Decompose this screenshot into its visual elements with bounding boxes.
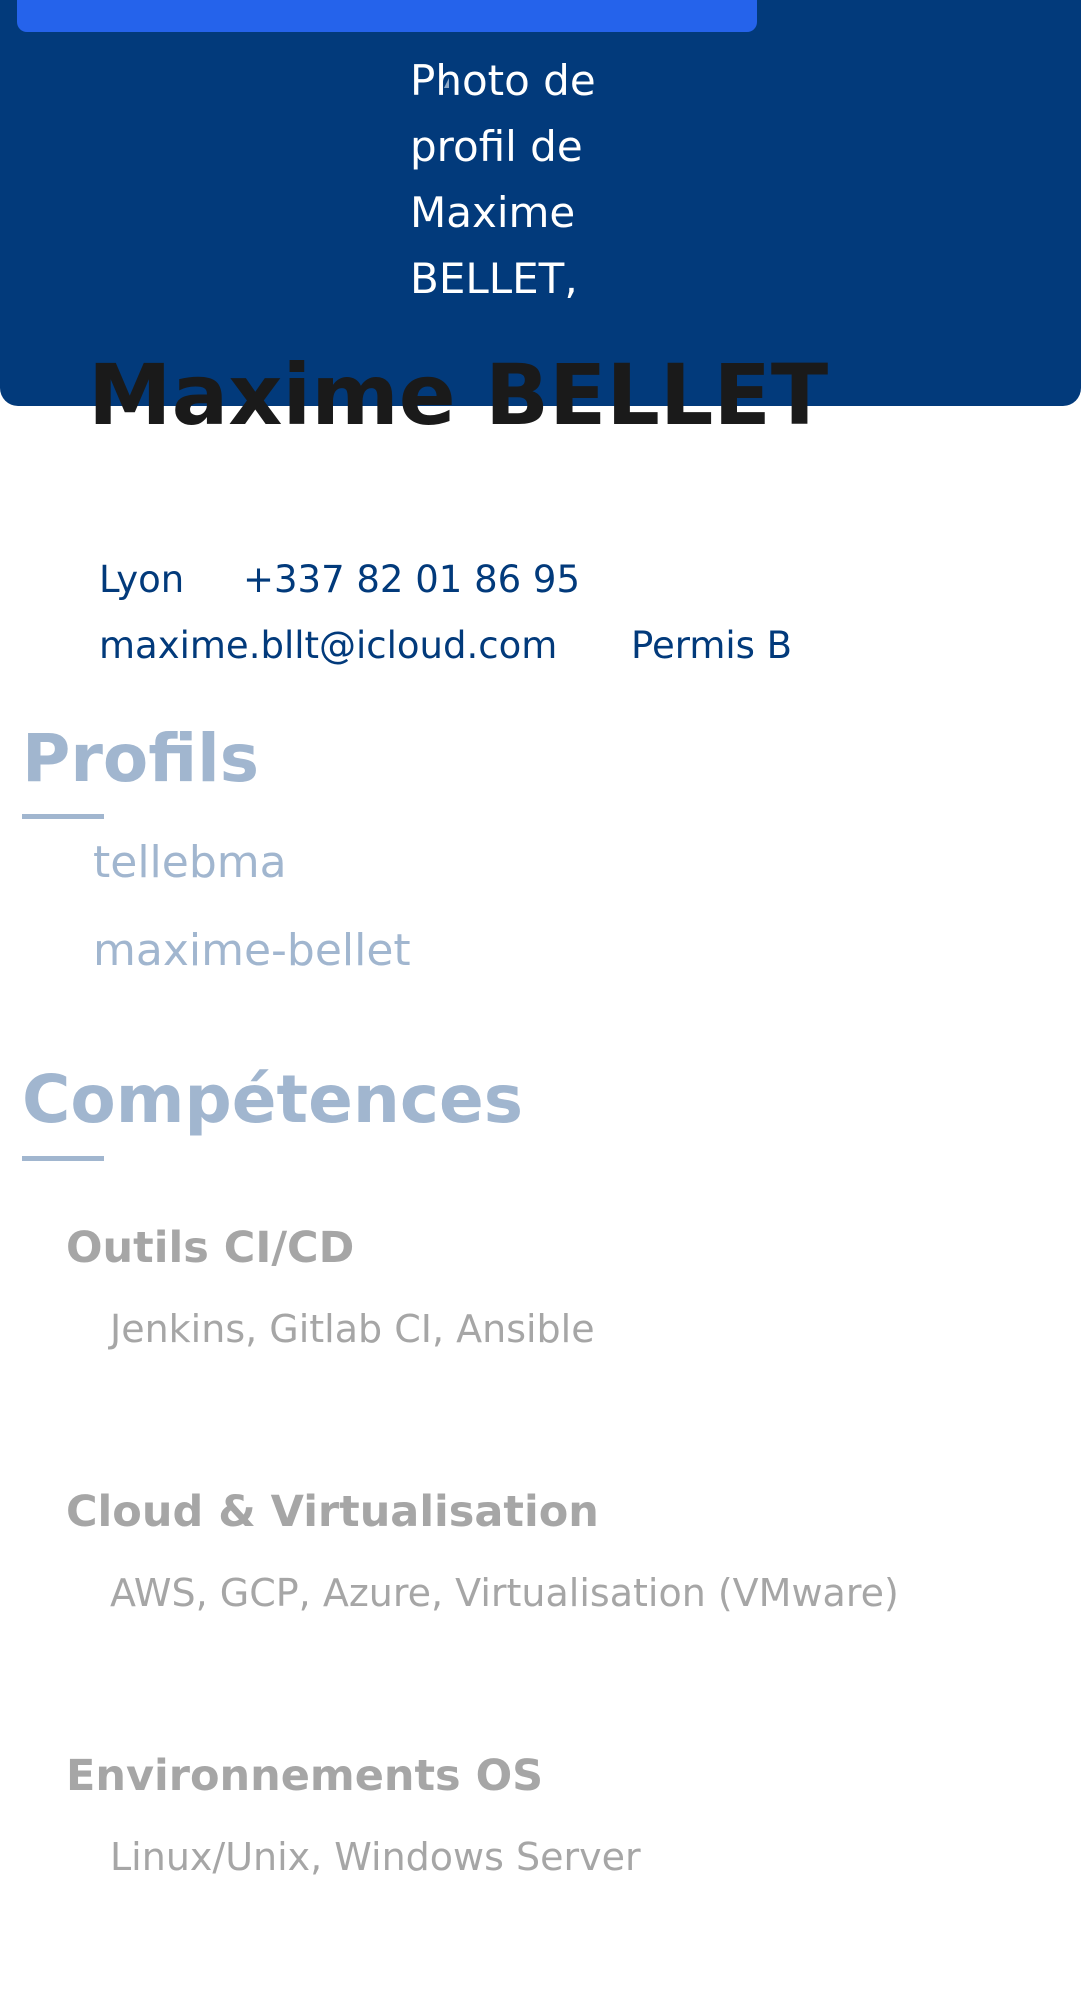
- broken-image-icon: [444, 78, 449, 88]
- section-title-skills: Compétences: [22, 1061, 524, 1138]
- skill-group-value-cloud: AWS, GCP, Azure, Virtualisation (VMware): [110, 1571, 899, 1615]
- section-underline-skills: [22, 1156, 104, 1161]
- contact-city: Lyon: [99, 558, 185, 601]
- section-title-profiles: Profils: [22, 720, 260, 797]
- section-underline-profiles: [22, 814, 104, 819]
- skill-group-title-ci-cd: Outils CI/CD: [66, 1223, 355, 1273]
- contact-license: Permis B: [631, 624, 793, 667]
- profile-photo: Photo de profil de Maxime BELLET,: [410, 48, 650, 298]
- skill-group-title-cloud: Cloud & Virtualisation: [66, 1487, 599, 1537]
- skill-group-value-os: Linux/Unix, Windows Server: [110, 1835, 641, 1879]
- skill-group-title-os: Environnements OS: [66, 1751, 544, 1801]
- profile-link-tellebma[interactable]: tellebma: [93, 836, 287, 890]
- top-action-button[interactable]: [17, 0, 757, 32]
- contact-phone[interactable]: +337 82 01 86 95: [243, 558, 580, 602]
- profile-link-maxime-bellet[interactable]: maxime-bellet: [93, 924, 411, 978]
- profile-name: Maxime BELLET: [88, 346, 829, 444]
- contact-email[interactable]: maxime.bllt@icloud.com: [99, 624, 557, 668]
- skill-group-value-ci-cd: Jenkins, Gitlab CI, Ansible: [110, 1307, 595, 1351]
